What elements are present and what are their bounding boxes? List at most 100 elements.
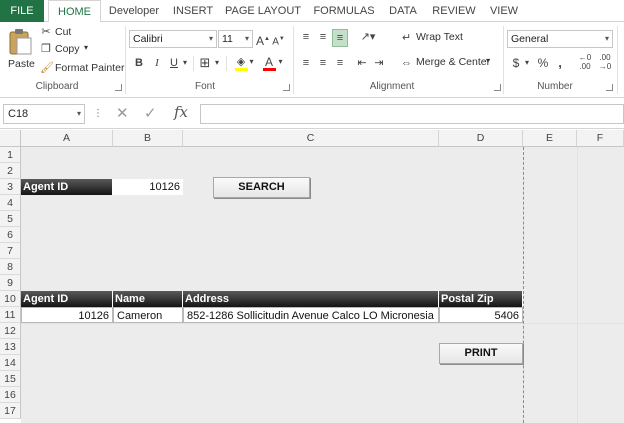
tab-data[interactable]: DATA: [382, 0, 424, 22]
tab-view[interactable]: VIEW: [484, 0, 524, 22]
font-size-value: 11: [222, 33, 233, 45]
italic-button[interactable]: I: [150, 55, 164, 71]
row-header[interactable]: 5: [0, 211, 21, 227]
row-header[interactable]: 10: [0, 291, 21, 307]
column-header-e[interactable]: E: [523, 130, 577, 147]
cell-name[interactable]: Cameron: [113, 307, 183, 323]
enter-icon[interactable]: ✓: [144, 104, 157, 124]
align-middle-icon[interactable]: ≡: [316, 29, 330, 45]
more-icon: ⋮: [93, 108, 103, 119]
chevron-down-icon: ▾: [486, 56, 491, 65]
chevron-down-icon[interactable]: ▾: [213, 55, 221, 71]
align-bottom-icon[interactable]: ≡: [332, 29, 348, 47]
grow-font-icon[interactable]: A▲: [256, 31, 270, 49]
column-header-a[interactable]: A: [21, 130, 113, 147]
cancel-icon[interactable]: ✕: [116, 104, 129, 124]
agent-id-input[interactable]: 10126: [113, 179, 183, 195]
font-color-button[interactable]: A ▾: [262, 54, 284, 72]
paste-button[interactable]: Paste: [4, 26, 36, 76]
copy-button[interactable]: ❐ Copy ▾: [40, 43, 96, 57]
underline-button[interactable]: U: [167, 55, 181, 71]
font-name-combo[interactable]: Calibri ▾: [129, 30, 217, 48]
font-name-value: Calibri: [133, 33, 163, 45]
column-header-c[interactable]: C: [183, 130, 439, 147]
increase-decimal-icon[interactable]: ←0.00: [577, 53, 593, 71]
tab-insert[interactable]: INSERT: [168, 0, 218, 22]
table-header-address: Address: [183, 291, 439, 307]
column-header-f[interactable]: F: [577, 130, 624, 147]
row-header[interactable]: 6: [0, 227, 21, 243]
tab-file[interactable]: FILE: [0, 0, 44, 22]
row-header[interactable]: 17: [0, 403, 21, 419]
cell-postal-zip[interactable]: 5406: [439, 307, 523, 323]
search-button[interactable]: SEARCH: [213, 177, 310, 198]
clipboard-launcher-icon[interactable]: [115, 84, 122, 91]
cell-agent-id[interactable]: 10126: [21, 307, 113, 323]
row-header[interactable]: 15: [0, 371, 21, 387]
column-header-d[interactable]: D: [439, 130, 523, 147]
shrink-font-icon[interactable]: A▼: [272, 31, 285, 50]
copy-icon: ❐: [41, 43, 51, 55]
tab-home[interactable]: HOME: [48, 0, 101, 23]
currency-format-button[interactable]: $: [510, 55, 522, 71]
row-header[interactable]: 3: [0, 179, 21, 195]
formula-input[interactable]: [200, 104, 624, 124]
align-center-icon[interactable]: ≡: [316, 55, 330, 71]
row-header[interactable]: 1: [0, 147, 21, 163]
row-header[interactable]: 11: [0, 307, 21, 323]
tab-developer[interactable]: Developer: [104, 0, 164, 22]
cut-button[interactable]: ✂ Cut: [40, 26, 80, 40]
tab-formulas[interactable]: FORMULAS: [308, 0, 380, 22]
chevron-down-icon: ▾: [278, 57, 283, 66]
wrap-text-button[interactable]: ↵ Wrap Text: [400, 30, 470, 46]
row-header[interactable]: 9: [0, 275, 21, 291]
chevron-down-icon[interactable]: ▾: [523, 55, 531, 71]
borders-icon[interactable]: ⊞: [198, 55, 212, 71]
chevron-down-icon[interactable]: ▾: [181, 55, 189, 71]
decrease-indent-icon[interactable]: ⇤: [355, 55, 369, 71]
align-right-icon[interactable]: ≡: [333, 55, 347, 71]
tab-review[interactable]: REVIEW: [428, 0, 480, 22]
insert-function-icon[interactable]: fx: [174, 103, 188, 121]
row-header[interactable]: 8: [0, 259, 21, 275]
percent-format-button[interactable]: %: [536, 55, 550, 71]
row-header[interactable]: 4: [0, 195, 21, 211]
fill-color-button[interactable]: ◈ ▾: [234, 54, 254, 72]
alignment-launcher-icon[interactable]: [494, 84, 501, 91]
print-button[interactable]: PRINT: [439, 343, 523, 364]
row-header[interactable]: 14: [0, 355, 21, 371]
column-header-b[interactable]: B: [113, 130, 183, 147]
row-header[interactable]: 7: [0, 243, 21, 259]
chevron-down-icon: ▾: [244, 34, 249, 43]
select-all-corner[interactable]: [0, 130, 21, 147]
decrease-decimal-icon[interactable]: .00 →0: [597, 53, 613, 71]
name-box[interactable]: C18 ▾: [3, 104, 85, 124]
increase-indent-icon[interactable]: ⇥: [372, 55, 386, 71]
number-launcher-icon[interactable]: [606, 84, 613, 91]
align-left-icon[interactable]: ≡: [299, 55, 313, 71]
tab-page-layout[interactable]: PAGE LAYOUT: [222, 0, 304, 22]
orientation-icon[interactable]: ↗▾: [358, 29, 378, 45]
format-painter-button[interactable]: 🖌 Format Painter: [40, 62, 124, 76]
cell-address[interactable]: 852-1286 Sollicitudin Avenue Calco LO Mi…: [183, 307, 439, 323]
number-group-label: Number: [537, 81, 573, 92]
font-launcher-icon[interactable]: [283, 84, 290, 91]
font-size-combo[interactable]: 11 ▾: [218, 30, 253, 48]
group-divider: [293, 26, 294, 94]
scissors-icon: ✂: [41, 26, 51, 38]
row-header[interactable]: 16: [0, 387, 21, 403]
alignment-group-label: Alignment: [369, 81, 415, 92]
row-header[interactable]: 12: [0, 323, 21, 339]
align-top-icon[interactable]: ≡: [299, 29, 313, 45]
merge-center-button[interactable]: ⇔ Merge & Center ▾: [400, 55, 498, 71]
row-header[interactable]: 13: [0, 339, 21, 355]
format-painter-label: Format Painter: [55, 62, 125, 74]
bold-button[interactable]: B: [132, 55, 146, 71]
wrap-text-icon: ↵: [401, 32, 412, 44]
merge-icon: ⇔: [401, 57, 412, 69]
cell-reference: C18: [8, 108, 29, 120]
table-header-agent-id: Agent ID: [21, 291, 113, 307]
comma-style-button[interactable]: ,: [555, 55, 565, 71]
row-header[interactable]: 2: [0, 163, 21, 179]
number-format-combo[interactable]: General ▾: [507, 30, 613, 48]
